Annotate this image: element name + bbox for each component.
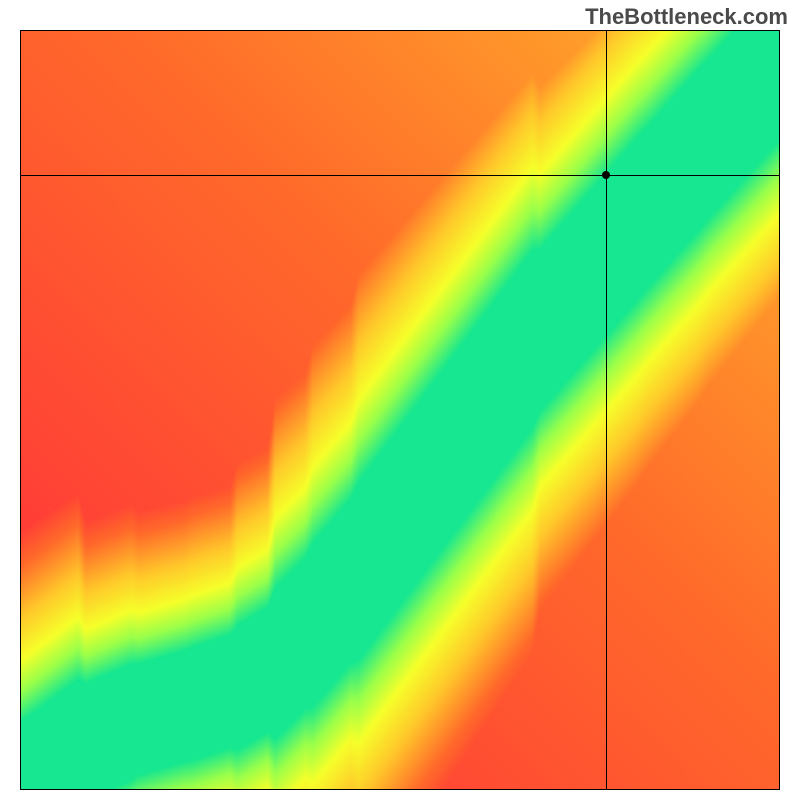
heatmap-plot xyxy=(20,30,780,790)
crosshair-vertical xyxy=(606,31,607,789)
crosshair-horizontal xyxy=(21,175,779,176)
marker-dot xyxy=(602,171,610,179)
heatmap-canvas xyxy=(21,31,779,789)
watermark-text: TheBottleneck.com xyxy=(585,4,788,30)
